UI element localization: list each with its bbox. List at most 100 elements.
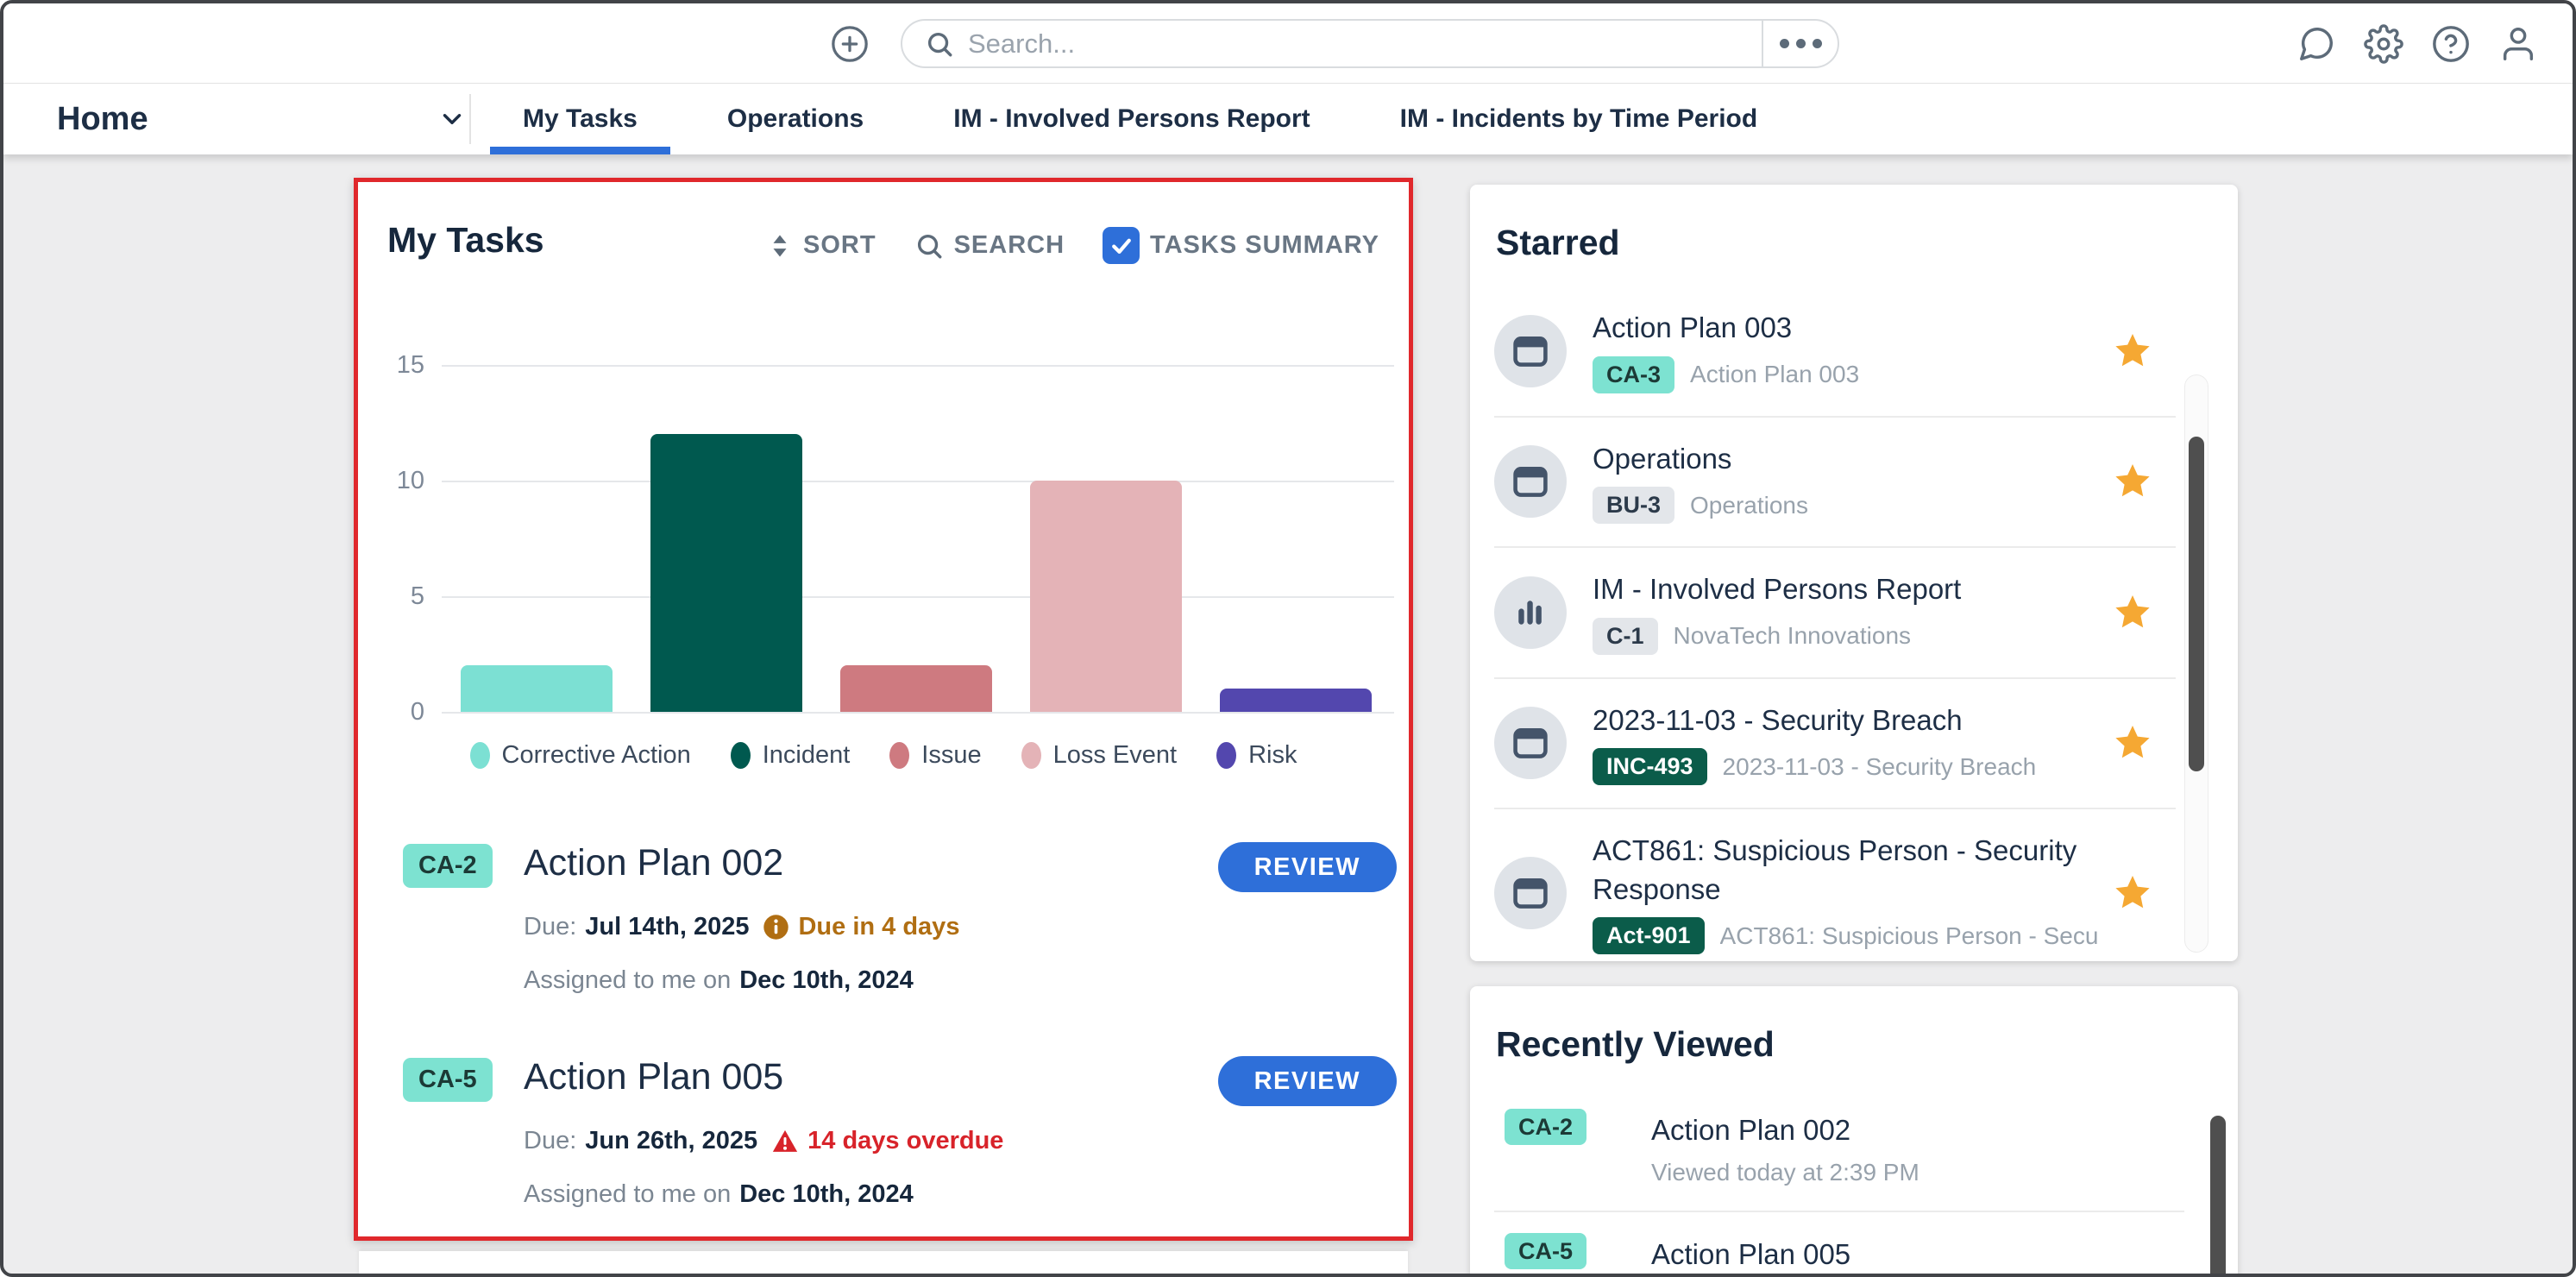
task-assigned-line: Assigned to me on Dec 10th, 2024 <box>524 1180 927 1209</box>
starred-item[interactable]: ACT861: Suspicious Person - Security Res… <box>1494 809 2176 961</box>
legend-marker <box>731 742 751 769</box>
nav-tab[interactable]: IM - Involved Persons Report <box>919 84 1344 154</box>
recent-badge-col: CA-2 <box>1505 1114 1651 1186</box>
star-icon[interactable] <box>2112 592 2153 633</box>
bar-risk[interactable] <box>1220 689 1372 712</box>
search-control[interactable]: SEARCH <box>914 231 1065 261</box>
starred-scrollbar-thumb[interactable] <box>2189 437 2204 771</box>
home-dropdown[interactable]: Home <box>57 84 467 154</box>
item-title[interactable]: 2023-11-03 - Security Breach <box>1593 704 1963 736</box>
y-tick-label: 0 <box>373 698 424 727</box>
gear-icon[interactable] <box>2364 24 2403 64</box>
nav-tab-label: IM - Incidents by Time Period <box>1400 104 1758 134</box>
gridline <box>442 712 1394 714</box>
due-prefix: Due: <box>524 913 576 941</box>
starred-item[interactable]: Operations BU-3 Operations <box>1494 418 2176 549</box>
item-avatar <box>1494 445 1567 518</box>
task-list: CA-2 Action Plan 002 REVIEW Due: Jul 14t… <box>358 842 1409 1270</box>
help-icon[interactable] <box>2431 24 2471 64</box>
user-icon[interactable] <box>2498 24 2538 64</box>
task-due-line: Due: Jun 26th, 2025 14 days overdu <box>524 1127 1003 1155</box>
item-text: IM - Involved Persons Report C-1 NovaTec… <box>1593 570 2098 655</box>
chevron-down-icon <box>437 104 467 134</box>
bar-issue[interactable] <box>840 665 992 712</box>
task-badge: CA-2 <box>403 844 493 888</box>
sort-icon <box>767 232 793 260</box>
legend-item[interactable]: Corrective Action <box>470 741 691 770</box>
task-title[interactable]: Action Plan 002 <box>524 842 783 884</box>
item-title[interactable]: Action Plan 005 <box>1651 1238 1850 1271</box>
item-title[interactable]: IM - Involved Persons Report <box>1593 573 1961 605</box>
review-button[interactable]: REVIEW <box>1218 1056 1397 1106</box>
starred-panel: Starred <box>1470 185 2238 961</box>
item-badge: BU-3 <box>1593 487 1674 524</box>
bar-chart-icon <box>1511 594 1549 632</box>
nav-tab[interactable]: Operations <box>693 84 898 154</box>
star-icon[interactable] <box>2112 330 2153 372</box>
nav-tab[interactable]: IM - Incidents by Time Period <box>1366 84 1793 154</box>
tasks-summary-label: TASKS SUMMARY <box>1150 231 1379 260</box>
legend-item[interactable]: Incident <box>731 741 851 770</box>
star-icon[interactable] <box>2112 461 2153 502</box>
item-subrow: CA-3 Action Plan 003 <box>1593 356 2098 393</box>
chart-legend: Corrective Action Incident Issue Loss Event… <box>358 741 1409 770</box>
item-badge: INC-493 <box>1593 748 1707 785</box>
recent-scrollbar-thumb[interactable] <box>2210 1116 2226 1277</box>
item-title[interactable]: ACT861: Suspicious Person - Security Res… <box>1593 834 2077 905</box>
recent-item[interactable]: CA-2 Action Plan 002 Viewed today at 2:3… <box>1494 1088 2184 1212</box>
bar-incident[interactable] <box>650 434 802 712</box>
search-input[interactable] <box>968 28 1762 60</box>
task-title[interactable]: Action Plan 005 <box>524 1056 783 1098</box>
assigned-prefix: Assigned to me on <box>524 966 731 995</box>
star-icon[interactable] <box>2112 872 2153 914</box>
plus-circle-icon[interactable] <box>830 24 870 64</box>
legend-marker <box>1216 742 1236 769</box>
sort-control[interactable]: SORT <box>767 231 876 260</box>
legend-item[interactable]: Loss Event <box>1021 741 1177 770</box>
sort-label: SORT <box>803 231 876 260</box>
item-text: Action Plan 005 <box>1651 1238 1850 1277</box>
bar-corrective-action[interactable] <box>461 665 613 712</box>
top-bar <box>3 3 2573 84</box>
legend-item[interactable]: Risk <box>1216 741 1297 770</box>
item-subrow: Act-901 ACT861: Suspicious Person - Secu… <box>1593 917 2098 954</box>
task-row: CA-5 Action Plan 005 REVIEW Due: Jun 26t… <box>358 1056 1409 1270</box>
item-title[interactable]: Operations <box>1593 443 1731 475</box>
star-icon[interactable] <box>2112 722 2153 764</box>
nav-tabs: My Tasks Operations IM - Involved Person… <box>488 84 1792 154</box>
search-label: SEARCH <box>954 231 1065 260</box>
more-options-icon[interactable] <box>1762 21 1838 66</box>
gridline <box>442 481 1394 482</box>
chat-icon[interactable] <box>2296 24 2336 64</box>
item-subtitle: Action Plan 003 <box>1690 361 1859 388</box>
gridline <box>442 365 1394 367</box>
item-badge: CA-2 <box>1505 1109 1586 1145</box>
item-title[interactable]: Action Plan 003 <box>1593 311 1792 343</box>
item-badge: C-1 <box>1593 618 1658 655</box>
item-badge: CA-3 <box>1593 356 1674 393</box>
legend-marker <box>889 742 909 769</box>
legend-item[interactable]: Issue <box>889 741 981 770</box>
bar-loss-event[interactable] <box>1030 481 1182 712</box>
starred-list: Action Plan 003 CA-3 Action Plan 003 <box>1494 286 2176 961</box>
nav-tab-label: IM - Involved Persons Report <box>953 104 1310 134</box>
starred-item[interactable]: IM - Involved Persons Report C-1 NovaTec… <box>1494 548 2176 679</box>
tasks-summary-checkbox[interactable] <box>1103 227 1140 264</box>
gridline <box>442 596 1394 598</box>
nav-divider <box>469 94 471 144</box>
starred-item[interactable]: 2023-11-03 - Security Breach INC-493 202… <box>1494 679 2176 810</box>
due-date: Jul 14th, 2025 <box>585 913 749 941</box>
item-subrow: BU-3 Operations <box>1593 487 2098 524</box>
recent-badge-col: CA-5 <box>1505 1238 1651 1277</box>
nav-tab[interactable]: My Tasks <box>488 84 672 154</box>
assigned-prefix: Assigned to me on <box>524 1180 731 1209</box>
item-title[interactable]: Action Plan 002 <box>1651 1114 1919 1147</box>
starred-title: Starred <box>1496 223 1620 263</box>
legend-label: Risk <box>1248 741 1297 770</box>
recent-item[interactable]: CA-5 Action Plan 005 <box>1494 1212 2184 1277</box>
review-button[interactable]: REVIEW <box>1218 842 1397 892</box>
starred-item[interactable]: Action Plan 003 CA-3 Action Plan 003 <box>1494 286 2176 418</box>
chart-plot: 051015 <box>442 367 1394 714</box>
assigned-date: Dec 10th, 2024 <box>739 1180 914 1209</box>
nav-tab-label: Operations <box>727 104 864 134</box>
